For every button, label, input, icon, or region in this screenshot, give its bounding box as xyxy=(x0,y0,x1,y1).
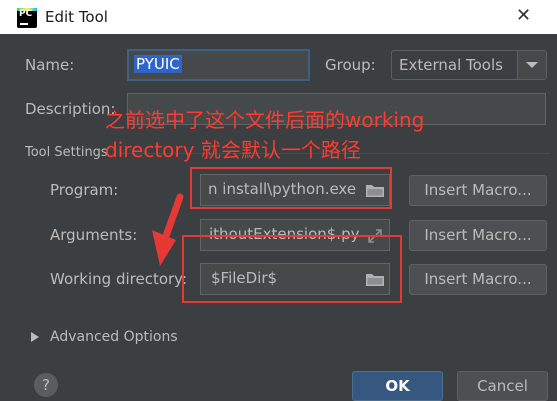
chevron-down-icon xyxy=(526,62,538,68)
help-icon[interactable]: ? xyxy=(34,373,58,397)
insert-macro-button-arguments[interactable]: Insert Macro... xyxy=(409,220,547,251)
title-bar: PC Edit Tool ✕ xyxy=(0,0,557,34)
name-field[interactable]: PYUIC xyxy=(127,49,310,81)
working-directory-label: Working directory: xyxy=(50,270,188,288)
program-label: Program: xyxy=(50,181,119,199)
tool-settings-header: Tool Settings xyxy=(25,145,108,160)
annotation-box-working-directory xyxy=(182,235,402,303)
app-icon-bar xyxy=(20,23,28,25)
annotation-arrow xyxy=(152,193,184,266)
name-value: PYUIC xyxy=(134,55,182,73)
group-value: External Tools xyxy=(399,56,503,74)
group-select[interactable]: External Tools xyxy=(391,50,547,80)
description-label: Description: xyxy=(25,100,116,118)
expand-arrow-icon[interactable] xyxy=(31,332,39,342)
annotation-box-program xyxy=(190,167,392,209)
group-label: Group: xyxy=(325,56,376,74)
advanced-options-toggle[interactable]: Advanced Options xyxy=(50,329,178,345)
window-title: Edit Tool xyxy=(45,8,108,26)
annotation-text-line-1: 之前选中了这个文件后面的working xyxy=(105,108,425,132)
ok-button[interactable]: OK xyxy=(352,371,443,401)
app-icon-text: PC xyxy=(19,9,33,19)
pycharm-icon: PC xyxy=(17,8,37,28)
name-label: Name: xyxy=(25,56,75,74)
dropdown-button[interactable] xyxy=(517,51,546,79)
insert-macro-button-working-directory[interactable]: Insert Macro... xyxy=(409,264,547,295)
cancel-button[interactable]: Cancel xyxy=(457,371,548,401)
close-icon[interactable]: ✕ xyxy=(516,5,531,26)
annotation-text-line-2: directory 就会默认一个路径 xyxy=(105,138,361,162)
arguments-label: Arguments: xyxy=(50,226,138,244)
insert-macro-button-program[interactable]: Insert Macro... xyxy=(409,175,547,206)
